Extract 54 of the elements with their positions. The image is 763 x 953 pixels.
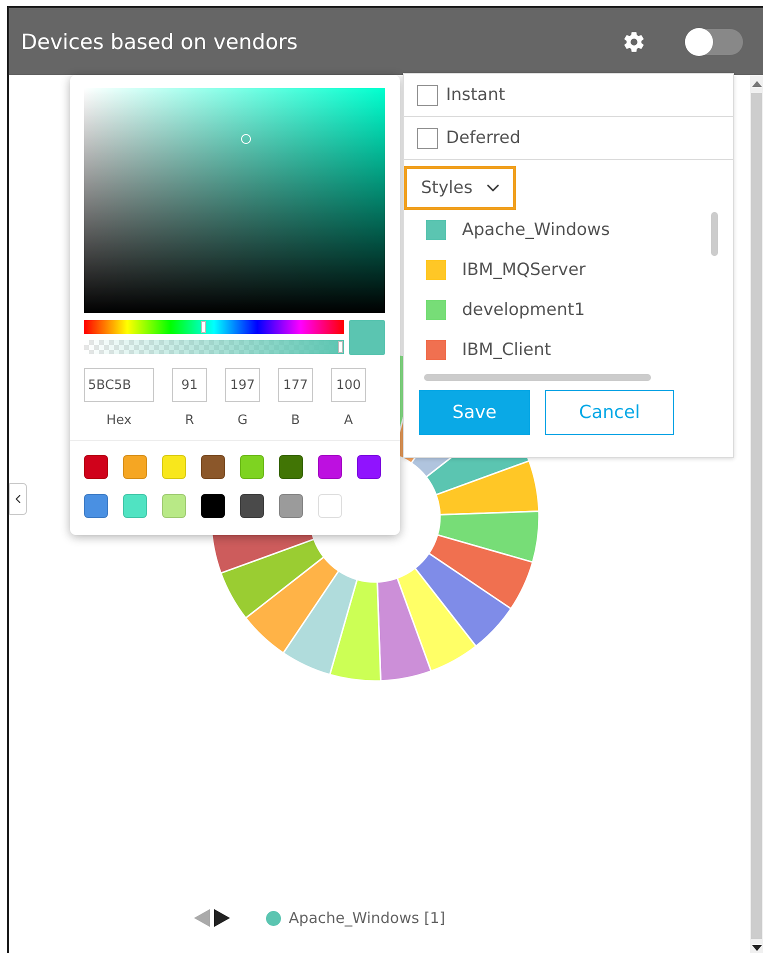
legend-label[interactable]: Apache_Windows [1] — [288, 909, 446, 927]
collapse-tab[interactable] — [9, 483, 27, 515]
color-swatch[interactable] — [279, 455, 303, 479]
legend-arrows-icon[interactable] — [194, 909, 230, 927]
color-value-field[interactable]: 197 — [225, 368, 260, 402]
color-swatch[interactable] — [201, 494, 225, 518]
style-label[interactable]: development1 — [462, 300, 585, 320]
alpha-slider[interactable] — [84, 340, 344, 354]
color-swatch[interactable] — [318, 494, 342, 518]
color-swatch[interactable] — [240, 494, 264, 518]
saturation-value-area[interactable] — [84, 88, 385, 313]
color-swatch[interactable] — [84, 494, 108, 518]
toggle-switch[interactable] — [685, 28, 743, 54]
color-swatch[interactable] — [123, 494, 147, 518]
field-label: R — [184, 413, 196, 428]
style-color-square[interactable] — [426, 300, 446, 320]
field-label: G — [236, 413, 249, 428]
settings-icon[interactable] — [623, 30, 645, 52]
color-value-field[interactable]: 100 — [331, 368, 366, 402]
color-swatch[interactable] — [201, 455, 225, 479]
hue-thumb[interactable] — [200, 321, 206, 333]
field-label: A — [343, 413, 354, 428]
style-color-square[interactable] — [426, 340, 446, 360]
styles-dropdown-button[interactable]: Styles — [404, 166, 516, 210]
style-label[interactable]: IBM_Client — [462, 340, 552, 360]
checkbox[interactable] — [417, 84, 438, 106]
color-swatch[interactable] — [318, 455, 342, 479]
checkbox[interactable] — [417, 128, 438, 148]
color-swatch[interactable] — [357, 455, 381, 479]
picker-cursor[interactable] — [240, 134, 251, 144]
color-swatch[interactable] — [123, 455, 147, 479]
alpha-thumb[interactable] — [338, 341, 343, 353]
color-value-field[interactable]: 5BC5B — [84, 368, 154, 402]
color-value-field[interactable]: 91 — [172, 368, 207, 402]
style-label[interactable]: Apache_Windows — [462, 220, 610, 240]
scrollbar-thumb[interactable] — [424, 374, 651, 381]
color-swatch[interactable] — [279, 494, 303, 518]
color-value-field[interactable]: 177 — [278, 368, 313, 402]
field-label: Hex — [105, 413, 133, 428]
style-color-square[interactable] — [426, 260, 446, 280]
hue-slider[interactable] — [84, 320, 344, 334]
scrollbar[interactable] — [750, 75, 763, 953]
color-swatch[interactable] — [162, 494, 186, 518]
color-swatch[interactable] — [84, 455, 108, 479]
field-label: B — [290, 413, 301, 428]
color-swatch[interactable] — [162, 455, 186, 479]
scrollbar-thumb[interactable] — [711, 212, 718, 256]
option-label[interactable]: Deferred — [446, 128, 521, 148]
style-color-square[interactable] — [426, 220, 446, 240]
color-swatch[interactable] — [240, 455, 264, 479]
style-label[interactable]: IBM_MQServer — [462, 260, 586, 280]
option-label[interactable]: Instant — [446, 85, 506, 105]
widget-title: Devices based on vendors — [21, 30, 299, 54]
color-preview — [349, 320, 385, 355]
